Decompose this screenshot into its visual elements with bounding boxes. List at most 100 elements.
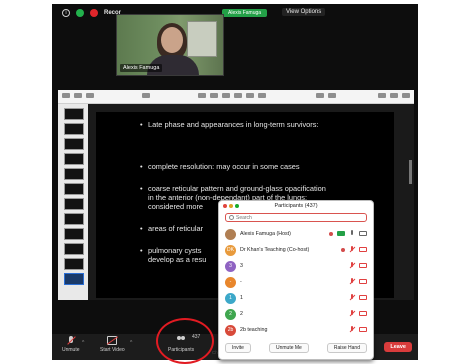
active-speaker-status: Alexis Famuga — [222, 9, 268, 17]
participant-name: Alexis Famuga (Host) — [240, 231, 291, 237]
ribbon-tool-icon — [258, 93, 266, 98]
video-camera-off-icon — [359, 279, 367, 284]
avatar: 2 — [225, 308, 236, 320]
participant-row[interactable]: 2 2 — [219, 306, 373, 322]
video-window-shape — [187, 21, 217, 57]
participant-row[interactable]: Alexis Famuga (Host) — [219, 226, 373, 242]
leave-button[interactable]: Leave — [384, 342, 412, 352]
participant-name: 1 — [240, 295, 243, 301]
chevron-up-icon[interactable]: ^ — [130, 340, 132, 346]
slide-thumbnail[interactable] — [64, 258, 84, 270]
slide-thumbnail[interactable] — [64, 228, 84, 240]
video-camera-off-icon — [359, 247, 367, 252]
participant-row[interactable]: 1 1 — [219, 290, 373, 306]
video-camera-icon — [359, 231, 367, 236]
status-dot-icon — [341, 247, 345, 252]
view-options-button[interactable]: View Options — [282, 8, 326, 16]
speaker-name-label: Alexis Famuga — [120, 64, 163, 72]
ribbon-tool-icon — [198, 93, 206, 98]
participant-name: Dr Khan's Teaching (Co-host) — [240, 247, 310, 253]
avatar: 1 — [225, 292, 236, 304]
slide-thumbnail[interactable] — [64, 153, 84, 165]
start-video-label: Start Video — [100, 347, 125, 353]
status-dot-icon — [329, 231, 333, 236]
slide-thumbnail-active[interactable] — [64, 273, 84, 285]
speaker-video-tile[interactable]: Alexis Famuga — [116, 14, 224, 76]
participant-row[interactable]: - - — [219, 274, 373, 290]
ribbon-tool-icon — [390, 93, 398, 98]
slide-bullet-continuation: develop as a resu — [148, 255, 207, 264]
participant-name: - — [240, 279, 242, 285]
microphone-muted-icon — [349, 246, 355, 253]
screenshot-frame: i Recor Alexis Famuga View Options Alexi… — [0, 0, 454, 364]
ribbon-tool-icon — [378, 93, 386, 98]
ribbon-tool-icon — [234, 93, 242, 98]
participants-panel: Participants (437) Alexis Famuga (Host) … — [218, 200, 374, 360]
search-icon — [229, 215, 234, 220]
slide-thumbnail[interactable] — [64, 213, 84, 225]
slide-thumbnail-panel — [58, 104, 88, 300]
participant-row[interactable]: 2b 2b teaching — [219, 322, 373, 338]
participant-search-input[interactable] — [236, 214, 346, 221]
ribbon-tool-icon — [246, 93, 254, 98]
avatar: 3 — [225, 260, 236, 272]
slide-thumbnail[interactable] — [64, 138, 84, 150]
participant-name: 2 — [240, 311, 243, 317]
info-icon[interactable]: i — [62, 9, 70, 17]
unmute-label: Unmute — [62, 347, 80, 353]
microphone-muted-icon — [349, 326, 355, 333]
slide-thumbnail[interactable] — [64, 243, 84, 255]
slide-scrollbar[interactable] — [409, 160, 412, 184]
video-camera-off-icon — [359, 311, 367, 316]
participants-panel-footer: Invite Unmute Me Raise Hand — [225, 343, 367, 353]
ribbon-tool-icon — [86, 93, 94, 98]
raise-hand-button[interactable]: Raise Hand — [326, 343, 367, 353]
slide-thumbnail[interactable] — [64, 168, 84, 180]
ribbon-tool-icon — [74, 93, 82, 98]
panel-title-bar: Participants (437) — [219, 201, 373, 211]
speaker-face-shape — [161, 27, 183, 53]
slide-thumbnail[interactable] — [64, 183, 84, 195]
participant-row[interactable]: DK Dr Khan's Teaching (Co-host) — [219, 242, 373, 258]
invite-button[interactable]: Invite — [225, 343, 251, 353]
start-video-button[interactable]: Start Video — [100, 336, 125, 353]
unmute-me-button[interactable]: Unmute Me — [268, 343, 309, 353]
slide-bullet: coarse reticular pattern and ground-glas… — [140, 184, 326, 193]
slide-bullet: areas of reticular — [140, 224, 203, 233]
red-highlight-circle — [156, 318, 214, 364]
participant-name: 3 — [240, 263, 243, 269]
video-camera-off-icon — [359, 263, 367, 268]
avatar: 2b — [225, 324, 236, 336]
slide-thumbnail[interactable] — [64, 123, 84, 135]
slide-thumbnail[interactable] — [64, 198, 84, 210]
participants-panel-title: Participants (437) — [274, 203, 318, 209]
participant-search[interactable] — [225, 213, 367, 222]
camera-on-icon — [337, 231, 345, 236]
participant-row[interactable]: 3 3 — [219, 258, 373, 274]
shield-icon[interactable] — [76, 9, 84, 17]
ribbon-tool-icon — [402, 93, 410, 98]
chevron-up-icon[interactable]: ^ — [82, 340, 84, 346]
recording-dot-icon — [90, 9, 98, 17]
video-camera-off-icon — [359, 327, 367, 332]
slide-bullet: Late phase and appearances in long-term … — [140, 120, 318, 129]
microphone-muted-icon — [66, 336, 76, 345]
video-camera-off-icon — [359, 295, 367, 300]
ribbon-tool-icon — [328, 93, 336, 98]
avatar — [225, 228, 236, 240]
video-camera-off-icon — [107, 336, 118, 345]
avatar: DK — [225, 244, 236, 256]
microphone-muted-icon — [349, 310, 355, 317]
slide-bullet: complete resolution: may occur in some c… — [140, 162, 300, 171]
slide-thumbnail[interactable] — [64, 108, 84, 120]
participant-name: 2b teaching — [240, 327, 268, 333]
microphone-muted-icon — [349, 294, 355, 301]
ribbon-tool-icon — [316, 93, 324, 98]
slide-bullet-continuation: considered more — [148, 202, 204, 211]
ribbon-tool-icon — [62, 93, 70, 98]
ribbon-tool-icon — [222, 93, 230, 98]
unmute-button[interactable]: Unmute — [62, 336, 80, 353]
microphone-muted-icon — [349, 262, 355, 269]
powerpoint-ribbon — [58, 90, 414, 104]
microphone-icon — [349, 230, 355, 237]
